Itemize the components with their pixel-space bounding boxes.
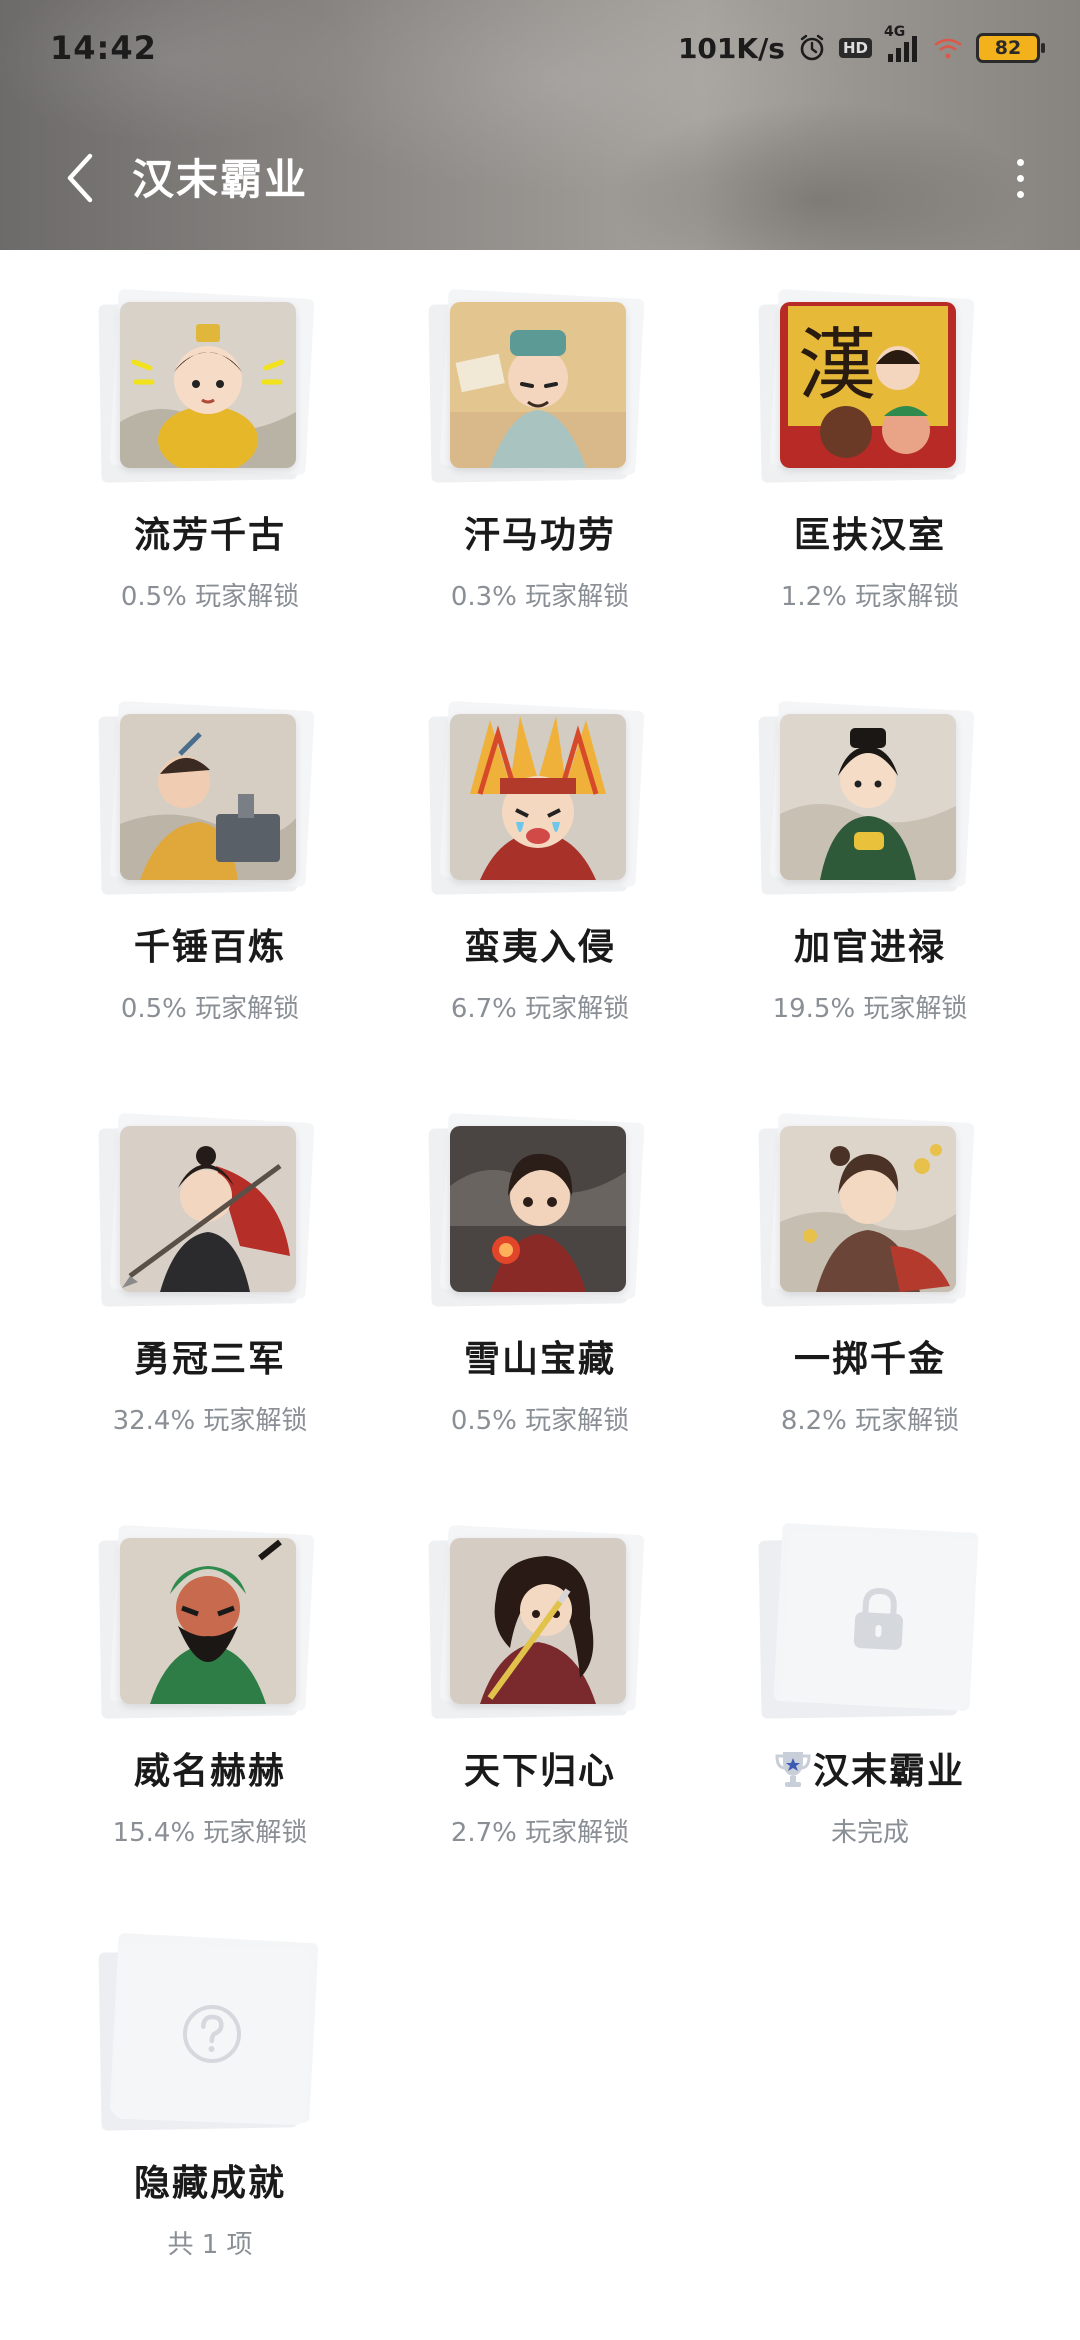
achievement-card[interactable]: 威名赫赫 15.4% 玩家解锁 [45, 1486, 375, 1898]
achievement-card[interactable]: 汗马功劳 0.3% 玩家解锁 [375, 250, 705, 662]
emperor-portrait-icon [120, 302, 296, 468]
treasure-hunter-portrait-icon [450, 1126, 626, 1292]
more-options-button[interactable] [1000, 148, 1040, 208]
status-time: 14:42 [50, 29, 157, 67]
achievement-grid: 流芳千古 0.5% 玩家解锁 汗马功劳 0.3% 玩家解锁 漢 匡扶汉室 1.2… [0, 250, 1080, 2310]
achievement-title: 流芳千古 [133, 515, 286, 556]
alarm-icon [797, 33, 827, 63]
achievement-card-hidden[interactable]: 隐藏成就 共 1 项 [45, 1898, 375, 2310]
achievement-title: 天下归心 [463, 1751, 616, 1792]
achievement-card[interactable]: 漢 匡扶汉室 1.2% 玩家解锁 [705, 250, 1035, 662]
achievement-title: 加官进禄 [793, 927, 946, 968]
achievement-title: 隐藏成就 [133, 2163, 286, 2204]
question-icon [112, 1942, 312, 2126]
achievement-title: 蛮夷入侵 [463, 927, 616, 968]
achievement-unlock-rate: 0.5% 玩家解锁 [120, 582, 300, 612]
achievement-title: 勇冠三军 [133, 1339, 286, 1380]
achievement-card-locked[interactable]: 汉末霸业 未完成 [705, 1486, 1035, 1898]
network-speed: 101K/s [677, 31, 785, 65]
achievement-title: 一掷千金 [793, 1339, 946, 1380]
sword-lady-portrait-icon [450, 1538, 626, 1704]
signal-icon: 4G [884, 24, 920, 62]
back-button[interactable] [50, 148, 110, 208]
achievement-unlock-rate: 1.2% 玩家解锁 [780, 582, 960, 612]
han-banner-portrait-icon: 漢 [780, 302, 956, 468]
app-header: 14:42 101K/s HD 4G 82 汉末霸业 [0, 0, 1080, 250]
achievement-title: 汗马功劳 [463, 515, 616, 556]
official-portrait-icon [780, 714, 956, 880]
achievement-unlock-rate: 0.3% 玩家解锁 [450, 582, 630, 612]
gold-coins-portrait-icon [780, 1126, 956, 1292]
achievement-card[interactable]: 天下归心 2.7% 玩家解锁 [375, 1486, 705, 1898]
battery-indicator: 82 [976, 33, 1045, 63]
achievement-count: 共 1 项 [167, 2230, 253, 2260]
achievement-unlock-rate: 8.2% 玩家解锁 [780, 1406, 960, 1436]
svg-text:漢: 漢 [798, 321, 876, 411]
blacksmith-portrait-icon [120, 714, 296, 880]
achievement-unlock-rate: 6.7% 玩家解锁 [450, 994, 630, 1024]
achievement-title: 雪山宝藏 [463, 1339, 616, 1380]
achievement-card[interactable]: 一掷千金 8.2% 玩家解锁 [705, 1074, 1035, 1486]
achievement-title: 千锤百炼 [133, 927, 286, 968]
status-indicators: 101K/s HD 4G 82 [677, 24, 1045, 65]
achievement-unlock-rate: 0.5% 玩家解锁 [120, 994, 300, 1024]
achievement-card[interactable]: 千锤百炼 0.5% 玩家解锁 [45, 662, 375, 1074]
achievement-status: 未完成 [830, 1818, 909, 1848]
scholar-portrait-icon [450, 302, 626, 468]
achievement-title: 汉末霸业 [775, 1742, 965, 1794]
chevron-left-icon [67, 153, 93, 203]
wifi-off-icon [932, 35, 964, 61]
nav-bar: 汉末霸业 [0, 120, 1080, 230]
spear-warrior-portrait-icon [120, 1126, 296, 1292]
achievement-card[interactable]: 蛮夷入侵 6.7% 玩家解锁 [375, 662, 705, 1074]
achievement-card[interactable]: 流芳千古 0.5% 玩家解锁 [45, 250, 375, 662]
achievement-title: 匡扶汉室 [793, 515, 946, 556]
guan-yu-portrait-icon [120, 1538, 296, 1704]
lock-icon [781, 1529, 977, 1711]
achievement-unlock-rate: 32.4% 玩家解锁 [112, 1406, 308, 1436]
achievement-title: 威名赫赫 [133, 1751, 286, 1792]
achievement-unlock-rate: 2.7% 玩家解锁 [450, 1818, 630, 1848]
achievement-unlock-rate: 0.5% 玩家解锁 [450, 1406, 630, 1436]
achievement-card[interactable]: 雪山宝藏 0.5% 玩家解锁 [375, 1074, 705, 1486]
trophy-icon [775, 1752, 811, 1787]
achievement-title-text: 汉末霸业 [812, 1751, 965, 1792]
achievement-unlock-rate: 15.4% 玩家解锁 [112, 1818, 308, 1848]
status-bar: 14:42 101K/s HD 4G 82 [0, 0, 1080, 96]
hd-badge: HD [838, 38, 872, 58]
page-title: 汉末霸业 [132, 155, 309, 204]
network-type: 4G [884, 24, 906, 40]
barbarian-portrait-icon [450, 714, 626, 880]
achievement-card[interactable]: 加官进禄 19.5% 玩家解锁 [705, 662, 1035, 1074]
achievement-card[interactable]: 勇冠三军 32.4% 玩家解锁 [45, 1074, 375, 1486]
achievement-unlock-rate: 19.5% 玩家解锁 [772, 994, 968, 1024]
